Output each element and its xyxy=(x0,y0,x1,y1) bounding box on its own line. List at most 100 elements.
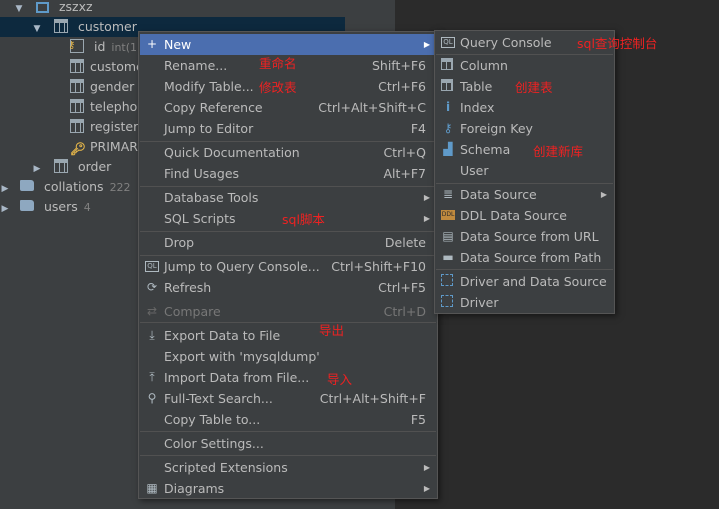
foreign-key-icon: ⚷ xyxy=(443,121,453,135)
annotation-sql-scripts: sql脚本 xyxy=(282,212,325,227)
menu-label: Scripted Extensions xyxy=(164,460,288,475)
menu-label: Drop xyxy=(164,235,195,250)
tree-node-order[interactable]: ▶ order xyxy=(32,157,111,177)
annotation-create-schema: 创建新库 xyxy=(533,144,584,159)
tree-node-schema[interactable]: ▼ zszxz xyxy=(14,0,93,17)
folder-icon xyxy=(19,200,34,211)
submenu-item-data-source-url[interactable]: ▤ Data Source from URL xyxy=(436,226,613,247)
menu-label: Export with 'mysqldump' xyxy=(164,349,320,364)
submenu-item-foreign-key[interactable]: ⚷ Foreign Key xyxy=(436,118,613,139)
menu-label: Find Usages xyxy=(164,166,240,181)
menu-item-new[interactable]: + New ▶ xyxy=(140,34,436,55)
context-menu: + New ▶ Rename... Shift+F6 Modify Table... C… xyxy=(138,31,438,499)
submenu-item-user[interactable]: User xyxy=(436,160,613,181)
submenu-item-ddl-data-source[interactable]: DDL DDL Data Source xyxy=(436,205,613,226)
submenu-item-driver-and-data-source[interactable]: Driver and Data Source xyxy=(436,271,613,292)
menu-item-jump-to-query-console[interactable]: QL Jump to Query Console... Ctrl+Shift+F10 xyxy=(140,256,436,277)
shortcut: Ctrl+D xyxy=(383,304,426,319)
menu-item-quick-documentation[interactable]: Quick Documentation Ctrl+Q xyxy=(140,142,436,163)
tree-node-column[interactable]: custome xyxy=(70,57,144,77)
menu-separator xyxy=(140,431,436,432)
tree-node-collations[interactable]: ▶ collations 222 xyxy=(0,177,131,197)
menu-item-color-settings[interactable]: Color Settings... xyxy=(140,433,436,454)
submenu-item-driver[interactable]: Driver xyxy=(436,292,613,313)
annotation-rename: 重命名 xyxy=(259,56,297,71)
menu-label: Jump to Query Console... xyxy=(164,259,320,274)
menu-item-database-tools[interactable]: Database Tools ▶ xyxy=(140,187,436,208)
column-icon xyxy=(70,99,84,113)
column-name: gender xyxy=(90,79,135,94)
menu-label: Import Data from File... xyxy=(164,370,310,385)
submenu-item-data-source-path[interactable]: ▬ Data Source from Path xyxy=(436,247,613,268)
diagram-icon: ▦ xyxy=(146,481,158,495)
menu-item-export-mysqldump[interactable]: Export with 'mysqldump' xyxy=(140,346,436,367)
search-icon: ⚲ xyxy=(147,391,157,405)
tree-node-users[interactable]: ▶ users 4 xyxy=(0,197,91,217)
menu-label: Copy Reference xyxy=(164,100,263,115)
menu-label: Data Source from URL xyxy=(460,229,599,244)
menu-item-copy-reference[interactable]: Copy Reference Ctrl+Alt+Shift+C xyxy=(140,97,436,118)
submenu-arrow-icon: ▶ xyxy=(423,193,430,202)
menu-item-compare[interactable]: ⇄ Compare Ctrl+D xyxy=(140,301,436,322)
menu-item-jump-to-editor[interactable]: Jump to Editor F4 xyxy=(140,118,436,139)
menu-label: SQL Scripts xyxy=(164,211,236,226)
menu-item-refresh[interactable]: ⟳ Refresh Ctrl+F5 xyxy=(140,277,436,298)
export-icon: ⤓ xyxy=(149,328,155,342)
menu-label: Refresh xyxy=(164,280,212,295)
shortcut: F5 xyxy=(410,412,426,427)
import-icon: ⤒ xyxy=(149,370,155,384)
column-name: custome xyxy=(90,59,144,74)
menu-label: Index xyxy=(460,100,495,115)
submenu-arrow-icon: ▶ xyxy=(600,190,607,199)
tree-node-key[interactable]: 🔑︎ PRIMAR xyxy=(70,137,138,157)
submenu-arrow-icon: ▶ xyxy=(423,40,430,49)
submenu-item-data-source[interactable]: ≣ Data Source ▶ xyxy=(436,184,613,205)
index-icon: i xyxy=(445,100,451,114)
tree-node-column[interactable]: gender xyxy=(70,77,134,97)
submenu-arrow-icon: ▶ xyxy=(423,214,430,223)
menu-item-drop[interactable]: Drop Delete xyxy=(140,232,436,253)
menu-label: Diagrams xyxy=(164,481,225,496)
menu-label: Data Source from Path xyxy=(460,250,602,265)
menu-label: Jump to Editor xyxy=(164,121,254,136)
collapse-arrow-icon[interactable]: ▶ xyxy=(0,179,10,199)
compare-icon: ⇄ xyxy=(146,304,158,318)
shortcut: Alt+F7 xyxy=(383,166,426,181)
folder-name: users xyxy=(43,199,78,214)
annotation-import: 导入 xyxy=(327,372,353,387)
menu-item-find-usages[interactable]: Find Usages Alt+F7 xyxy=(140,163,436,184)
submenu-item-column[interactable]: Column xyxy=(436,55,613,76)
submenu-item-schema[interactable]: ▟ Schema xyxy=(436,139,613,160)
tree-node-column[interactable]: ⚷ id int(11 xyxy=(68,37,144,57)
menu-item-export-data[interactable]: ⤓ Export Data to File xyxy=(140,325,436,346)
column-name: register_ xyxy=(90,119,145,134)
plus-icon: + xyxy=(146,37,158,51)
expand-arrow-icon[interactable]: ▼ xyxy=(32,19,42,39)
shortcut: Ctrl+F6 xyxy=(378,79,426,94)
menu-item-import-data[interactable]: ⤒ Import Data from File... xyxy=(140,367,436,388)
tree-node-column[interactable]: telephor xyxy=(70,97,142,117)
menu-item-scripted-extensions[interactable]: Scripted Extensions ▶ xyxy=(140,457,436,478)
schema-name: zszxz xyxy=(58,0,93,14)
submenu-item-index[interactable]: i Index xyxy=(436,97,613,118)
table-icon xyxy=(53,159,68,173)
menu-label: New xyxy=(164,37,192,52)
shortcut: Ctrl+Alt+Shift+C xyxy=(318,100,426,115)
url-icon: ▤ xyxy=(442,229,454,243)
tree-node-column[interactable]: register_ xyxy=(70,117,144,137)
menu-label: Compare xyxy=(164,304,221,319)
primary-key-column-icon: ⚷ xyxy=(68,39,84,53)
menu-label: Query Console xyxy=(460,35,552,50)
menu-label: Full-Text Search... xyxy=(164,391,273,406)
menu-item-full-text-search[interactable]: ⚲ Full-Text Search... Ctrl+Alt+Shift+F xyxy=(140,388,436,409)
collapse-arrow-icon[interactable]: ▶ xyxy=(32,159,42,179)
menu-item-copy-table[interactable]: Copy Table to... F5 xyxy=(140,409,436,430)
collapse-arrow-icon[interactable]: ▶ xyxy=(0,199,10,219)
menu-label: Color Settings... xyxy=(164,436,264,451)
menu-label: Copy Table to... xyxy=(164,412,261,427)
submenu-new: QL Query Console Column Table i Index ⚷ For… xyxy=(434,30,615,314)
item-count: 4 xyxy=(83,201,91,214)
shortcut: Ctrl+Shift+F10 xyxy=(331,259,426,274)
menu-label: Export Data to File xyxy=(164,328,281,343)
menu-item-diagrams[interactable]: ▦ Diagrams ▶ xyxy=(140,478,436,499)
